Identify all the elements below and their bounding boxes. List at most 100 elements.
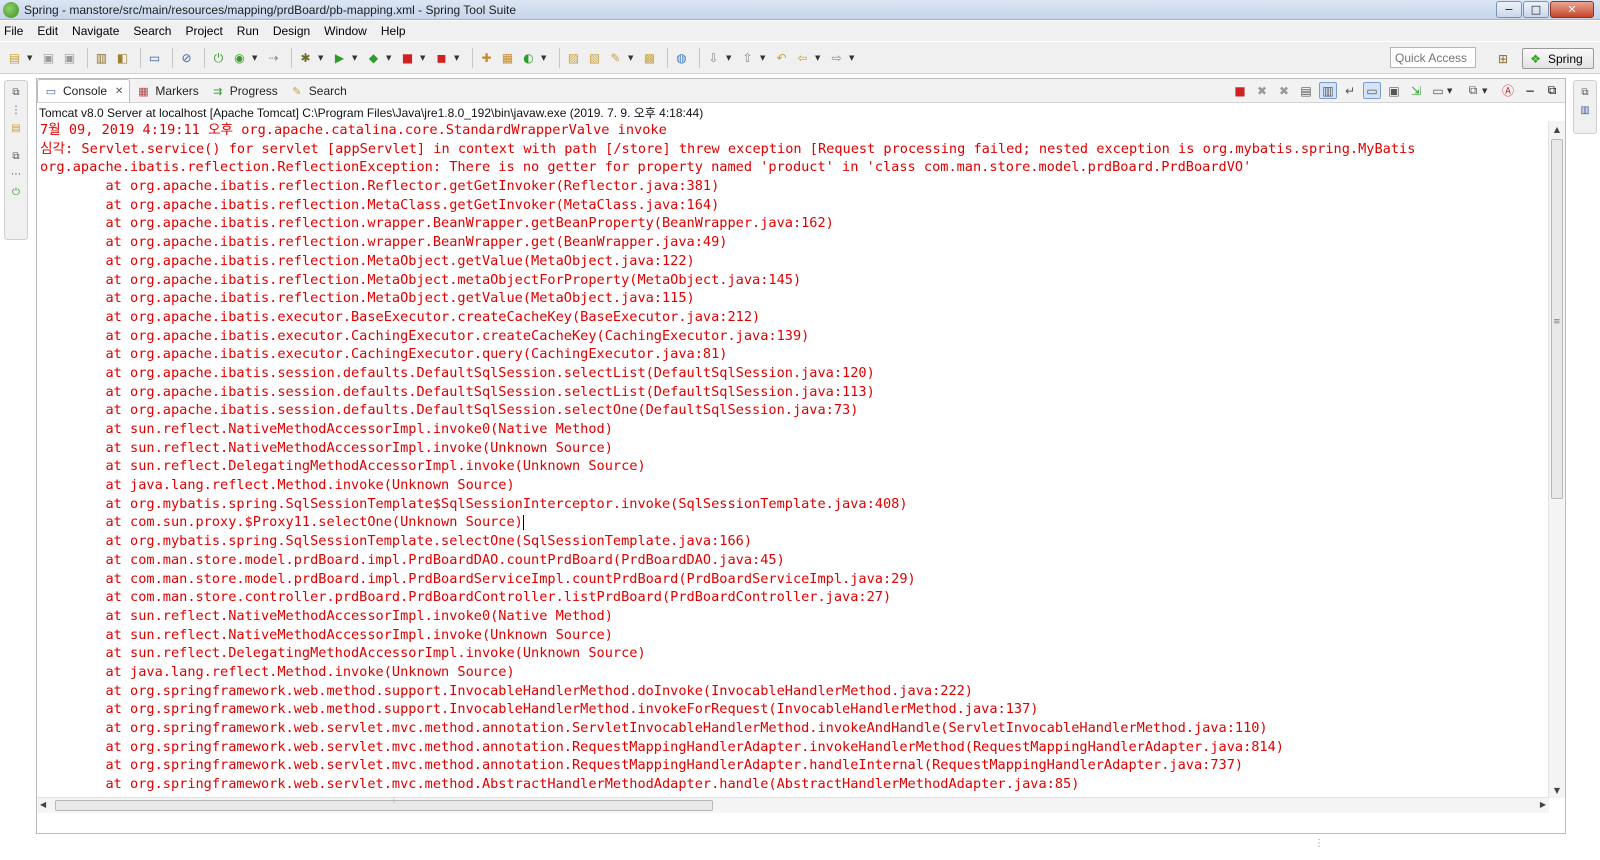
run-dropdown-icon[interactable]: ▼ bbox=[352, 54, 360, 62]
vertical-scrollbar[interactable]: ▲ ≡ ▼ bbox=[1548, 121, 1565, 798]
search-tool-icon[interactable]: ✎ bbox=[607, 49, 624, 66]
globe-icon[interactable]: ◍ bbox=[673, 49, 690, 66]
spring-language-server-icon[interactable]: Ⓐ bbox=[1499, 82, 1517, 99]
new-dropdown-icon[interactable]: ▼ bbox=[27, 54, 35, 62]
main-toolbar: ▤ ▼ ▣ ▣ ▥ ◧ ▭ ⊘ ⏻ ◉ ▼ ⇢ ✱ ▼ ▶ ▼ ◆ ▼ ■ ▼ ◼ ▼ ✚ ▦… bbox=[0, 42, 1600, 74]
scroll-up-icon[interactable]: ▲ bbox=[1549, 121, 1565, 137]
stop-dropdown-icon[interactable]: ▼ bbox=[420, 54, 428, 62]
spring-dashboard-icon[interactable]: ◉ bbox=[231, 49, 248, 66]
console-line: at org.springframework.web.method.suppor… bbox=[40, 682, 973, 699]
open-type-icon[interactable]: ▨ bbox=[565, 49, 582, 66]
open-console-dropdown-icon[interactable]: ▼ bbox=[1482, 87, 1490, 95]
maximize-button[interactable]: □ bbox=[1523, 1, 1549, 18]
task-list-icon[interactable]: ▥ bbox=[1577, 103, 1593, 117]
terminate-icon[interactable]: ■ bbox=[1231, 82, 1249, 99]
close-icon[interactable]: ✕ bbox=[115, 86, 123, 97]
open-folder-icon[interactable]: ▩ bbox=[641, 49, 658, 66]
back-dropdown-icon[interactable]: ▼ bbox=[815, 54, 823, 62]
menu-help[interactable]: Help bbox=[381, 24, 406, 38]
show-on-stdout-icon[interactable]: ▭ bbox=[1363, 82, 1381, 99]
close-button[interactable]: ✕ bbox=[1550, 1, 1594, 18]
console-line: at org.springframework.web.method.suppor… bbox=[40, 701, 1039, 718]
terminal-icon[interactable]: ▭ bbox=[146, 49, 163, 66]
open-perspective-icon[interactable]: ⊞ bbox=[1494, 50, 1512, 67]
servers-icon[interactable]: ⏻ bbox=[8, 185, 24, 199]
last-edit-icon[interactable]: ↶ bbox=[773, 49, 790, 66]
web-browser-icon[interactable]: ⇢ bbox=[265, 49, 282, 66]
scroll-down-icon[interactable]: ▼ bbox=[1549, 782, 1565, 798]
open-console-icon[interactable]: ⧉ bbox=[1464, 82, 1482, 99]
console-output[interactable]: 7월 09, 2019 4:19:11 오후 org.apache.catali… bbox=[40, 121, 1514, 797]
minimize-button[interactable]: − bbox=[1496, 1, 1522, 18]
previous-annotation-dropdown-icon[interactable]: ▼ bbox=[760, 54, 768, 62]
outline-icon[interactable]: ⋯ bbox=[8, 167, 24, 181]
external-tools-icon[interactable]: ◆ bbox=[365, 49, 382, 66]
clear-console-icon[interactable]: ▤ bbox=[1297, 82, 1315, 99]
menu-project[interactable]: Project bbox=[185, 24, 222, 38]
display-selected-console-icon[interactable]: ▭ bbox=[1429, 82, 1447, 99]
deploy-dropdown-icon[interactable]: ▼ bbox=[454, 54, 462, 62]
save-all-icon[interactable]: ▣ bbox=[61, 49, 78, 66]
debug-dropdown-icon[interactable]: ▼ bbox=[318, 54, 326, 62]
remove-launch-icon[interactable]: ✖ bbox=[1253, 82, 1271, 99]
tab-search[interactable]: ✎ Search bbox=[284, 80, 353, 102]
pin-console-icon[interactable]: ⇲ bbox=[1407, 82, 1425, 99]
restore-icon[interactable]: ⧉ bbox=[1577, 85, 1593, 99]
scroll-left-icon[interactable]: ◀ bbox=[40, 800, 46, 809]
tab-progress[interactable]: ⇉ Progress bbox=[205, 80, 284, 102]
minimize-view-icon[interactable]: − bbox=[1521, 82, 1539, 99]
search-dropdown-icon[interactable]: ▼ bbox=[628, 54, 636, 62]
scroll-lock-icon[interactable]: ▥ bbox=[1319, 82, 1337, 99]
new-java-project-icon[interactable]: ✚ bbox=[478, 49, 495, 66]
dashboard-dropdown-icon[interactable]: ▼ bbox=[252, 54, 260, 62]
menu-run[interactable]: Run bbox=[237, 24, 259, 38]
new-class-dropdown-icon[interactable]: ▼ bbox=[541, 54, 549, 62]
new-class-icon[interactable]: ◐ bbox=[520, 49, 537, 66]
next-annotation-dropdown-icon[interactable]: ▼ bbox=[726, 54, 734, 62]
scroll-right-icon[interactable]: ▶ bbox=[1540, 800, 1546, 809]
project-explorer-icon[interactable]: ▤ bbox=[8, 121, 24, 135]
run-icon[interactable]: ▶ bbox=[331, 49, 348, 66]
restore-icon[interactable]: ⧉ bbox=[8, 85, 24, 99]
print-icon[interactable]: ▥ bbox=[93, 49, 110, 66]
menu-navigate[interactable]: Navigate bbox=[72, 24, 119, 38]
previous-annotation-icon[interactable]: ⇧ bbox=[739, 49, 756, 66]
next-annotation-icon[interactable]: ⇩ bbox=[705, 49, 722, 66]
display-console-dropdown-icon[interactable]: ▼ bbox=[1447, 87, 1455, 95]
horizontal-scrollbar[interactable]: ◀ ⦙ ▶ bbox=[37, 796, 1549, 813]
back-icon[interactable]: ⇦ bbox=[794, 49, 811, 66]
menu-design[interactable]: Design bbox=[273, 24, 310, 38]
show-on-stderr-icon[interactable]: ▣ bbox=[1385, 82, 1403, 99]
menu-search[interactable]: Search bbox=[133, 24, 171, 38]
package-explorer-icon[interactable]: ⋮ bbox=[8, 103, 24, 117]
menu-file[interactable]: File bbox=[4, 24, 23, 38]
menu-edit[interactable]: Edit bbox=[37, 24, 58, 38]
spring-perspective-button[interactable]: ❖ Spring bbox=[1522, 48, 1594, 69]
quick-access-input[interactable] bbox=[1390, 47, 1476, 68]
status-bar-grip: ⋮ bbox=[1314, 838, 1324, 849]
new-icon[interactable]: ▤ bbox=[6, 49, 23, 66]
stop-icon[interactable]: ■ bbox=[399, 49, 416, 66]
horizontal-scroll-thumb[interactable] bbox=[55, 800, 713, 811]
tab-markers[interactable]: ▦ Markers bbox=[130, 80, 204, 102]
save-icon[interactable]: ▣ bbox=[40, 49, 57, 66]
external-tools-dropdown-icon[interactable]: ▼ bbox=[386, 54, 394, 62]
open-task-icon[interactable]: ▧ bbox=[586, 49, 603, 66]
maximize-view-icon[interactable]: ⧉ bbox=[1543, 82, 1561, 99]
build-icon[interactable]: ◧ bbox=[114, 49, 131, 66]
spring-boot-icon[interactable]: ⏻ bbox=[210, 49, 227, 66]
toolbar-separator bbox=[699, 47, 700, 68]
deploy-icon[interactable]: ◼ bbox=[433, 49, 450, 66]
word-wrap-icon[interactable]: ↵ bbox=[1341, 82, 1359, 99]
skip-breakpoints-icon[interactable]: ⊘ bbox=[178, 49, 195, 66]
console-line: at java.lang.reflect.Method.invoke(Unkno… bbox=[40, 477, 515, 494]
remove-all-terminated-icon[interactable]: ✖ bbox=[1275, 82, 1293, 99]
tab-console[interactable]: ▭ Console ✕ bbox=[37, 79, 131, 102]
debug-icon[interactable]: ✱ bbox=[297, 49, 314, 66]
forward-dropdown-icon[interactable]: ▼ bbox=[849, 54, 857, 62]
restore-icon[interactable]: ⧉ bbox=[8, 149, 24, 163]
new-package-icon[interactable]: ▦ bbox=[499, 49, 516, 66]
menu-window[interactable]: Window bbox=[324, 24, 367, 38]
forward-icon[interactable]: ⇨ bbox=[828, 49, 845, 66]
console-line: 심각: Servlet.service() for servlet [appSe… bbox=[40, 140, 1416, 157]
